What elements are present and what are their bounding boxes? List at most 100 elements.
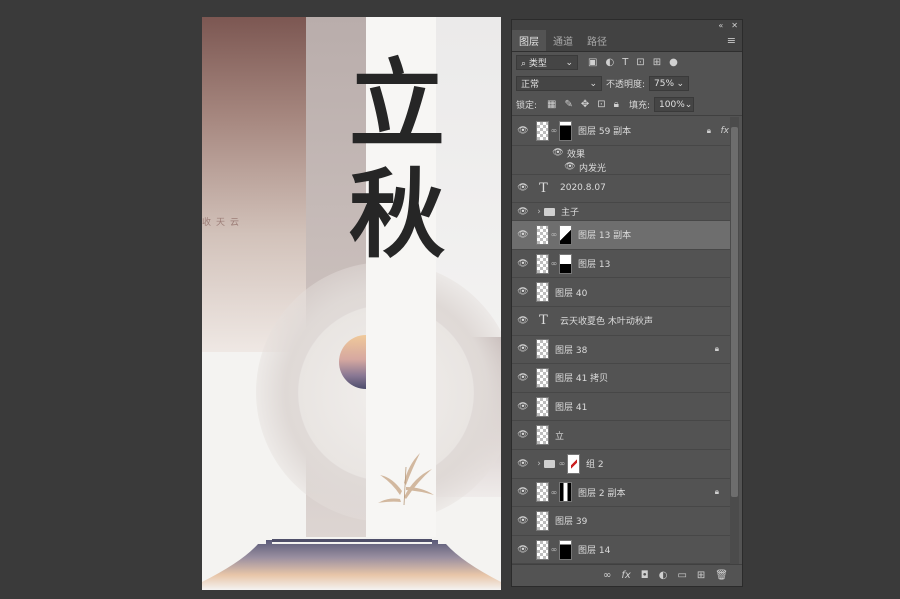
eye-icon[interactable]: 👁︎ [512,373,534,383]
lock-all-icon[interactable]: 🔒︎ [614,99,619,110]
eye-icon[interactable]: 👁︎ [512,459,534,469]
roof-eaves [202,539,501,590]
blend-mode-value: 正常 [521,80,540,90]
eye-icon[interactable]: 👁︎ [512,183,534,193]
chevron-right-icon[interactable]: › [534,459,544,469]
collapse-icon[interactable]: « [718,21,723,30]
tab-paths[interactable]: 路径 [580,30,614,51]
chevron-down-icon: ⌄ [589,78,597,89]
lock-transparent-icon[interactable]: ▦ [547,99,556,110]
eye-icon[interactable]: 👁︎ [512,287,534,297]
opacity-value: 75% [654,78,675,89]
lock-position-icon[interactable]: ✥ [581,99,589,110]
new-layer-icon[interactable]: ⊞ [697,570,705,581]
lock-row: 锁定: ▦ ✎ ✥ ⊡ 🔒︎ 填充: 100% ⌄ [512,94,742,115]
layer-name: 图层 2 副本 [578,488,626,499]
document-canvas[interactable]: 立 秋 云 天 收 夏 色 • 木 叶 动 秋 声 、 2 0 2 0 . 8 … [202,17,501,590]
layer-row[interactable]: 👁︎ T 云天收夏色 木叶动秋声 [512,307,731,336]
layer-row[interactable]: 👁︎ 图层 41 [512,393,731,422]
sun-cut [366,335,396,391]
eye-icon[interactable]: 👁︎ [512,430,534,440]
layer-mask-thumbnail[interactable] [559,120,572,141]
chain-link-icon[interactable]: ∞ [549,488,559,497]
chain-link-icon[interactable]: ∞ [549,126,559,135]
chain-link-icon[interactable]: ∞ [549,545,559,554]
group-row[interactable]: 👁︎ › 主子 [512,203,731,222]
eye-icon[interactable]: 👁︎ [512,516,534,526]
type-layer-icon: T [539,180,548,196]
lock-artboard-icon[interactable]: ⊡ [597,99,605,110]
link-layers-icon[interactable]: ∞ [603,570,611,581]
lock-paint-icon[interactable]: ✎ [565,99,573,110]
shape-filter-icon[interactable]: ⊡ [636,57,644,68]
layer-mask-thumbnail[interactable] [567,453,580,474]
eye-icon[interactable]: 👁︎ [512,259,534,269]
layer-row[interactable]: 👁︎ 图层 40 [512,278,731,307]
eye-icon[interactable]: 👁︎ [512,207,534,217]
layer-row[interactable]: 👁︎ ∞ 图层 13 [512,250,731,279]
layer-name: 图层 39 [555,517,588,528]
layer-mask-thumbnail[interactable] [559,482,572,503]
add-style-icon[interactable]: fx [621,570,630,581]
eye-icon[interactable]: 👁︎ [512,230,534,240]
layer-row[interactable]: 👁︎ 图层 38 🔒︎ [512,336,731,365]
filter-kind-select[interactable]: ⌕ 类型 ⌄ [516,55,578,70]
effects-row[interactable]: 👁︎ 效果 [512,146,731,161]
layer-row[interactable]: 👁︎ ∞ 图层 59 副本 🔒︎ fx [512,117,731,146]
panel-menu-icon[interactable]: ≡ [727,30,742,51]
new-adjustment-icon[interactable]: ◐ [659,570,668,581]
fill-field[interactable]: 100% ⌄ [654,97,695,112]
layer-name: 2020.8.07 [560,183,606,194]
eye-icon[interactable]: 👁︎ [512,316,534,326]
eye-icon[interactable]: 👁︎ [512,487,534,497]
layers-scrollbar[interactable] [730,117,739,565]
bamboo-leaves-icon [378,453,434,506]
blend-mode-select[interactable]: 正常 ⌄ [516,76,602,91]
eye-icon[interactable]: 👁︎ [512,126,534,136]
scrollbar-thumb[interactable] [731,127,738,497]
smartobject-filter-icon[interactable]: ⊞ [653,57,661,68]
layer-row[interactable]: 👁︎ 立 [512,421,731,450]
lock-icon: 🔒︎ [714,344,719,354]
eye-icon[interactable]: 👁︎ [512,402,534,412]
filter-toggle-icon[interactable]: ● [669,57,678,68]
adjustment-filter-icon[interactable]: ◐ [605,57,614,68]
delete-layer-icon[interactable]: 🗑︎ [715,570,728,581]
panel-titlebar: « ✕ [512,20,742,30]
layer-thumbnail [536,282,549,303]
layer-name: 图层 41 [555,403,588,414]
chevron-right-icon[interactable]: › [534,207,544,217]
layer-row[interactable]: 👁︎ 图层 41 拷贝 [512,364,731,393]
layer-row[interactable]: 👁︎ ∞ 图层 14 [512,536,731,565]
chain-link-icon[interactable]: ∞ [549,230,559,239]
tab-layers[interactable]: 图层 [512,30,546,51]
type-filter-icon[interactable]: T [622,57,628,68]
layer-row[interactable]: 👁︎ T 2020.8.07 [512,175,731,204]
lock-icons: ▦ ✎ ✥ ⊡ 🔒︎ [547,99,619,110]
add-mask-icon[interactable]: ◘ [641,570,649,581]
new-group-icon[interactable]: ▭ [677,570,686,581]
tab-channels[interactable]: 通道 [546,30,580,51]
pixel-filter-icon[interactable]: ▣ [588,57,597,68]
eye-icon[interactable]: 👁︎ [512,545,534,555]
eye-icon[interactable]: 👁︎ [552,148,564,158]
layer-row[interactable]: 👁︎ 图层 39 [512,507,731,536]
layer-mask-thumbnail[interactable] [559,253,572,274]
effect-inner-glow-row[interactable]: 👁︎ 内发光 [512,161,731,175]
eye-icon[interactable]: 👁︎ [564,162,576,172]
folder-icon [544,207,555,216]
group-row[interactable]: 👁︎ › ∞ 组 2 [512,450,731,479]
chain-link-icon[interactable]: ∞ [557,459,567,468]
title-char-bottom: 秋 [349,158,445,271]
close-icon[interactable]: ✕ [731,21,738,30]
eye-icon[interactable]: 👁︎ [512,344,534,354]
layer-name: 组 2 [586,460,604,471]
layer-row-selected[interactable]: 👁︎ ∞ 图层 13 副本 [512,221,731,250]
fx-badge[interactable]: fx [721,126,730,136]
lock-label: 锁定: [516,101,538,111]
opacity-field[interactable]: 75% ⌄ [649,76,690,91]
layer-row[interactable]: 👁︎ ∞ 图层 2 副本 🔒︎ [512,479,731,508]
chain-link-icon[interactable]: ∞ [549,259,559,268]
layer-mask-thumbnail[interactable] [559,224,572,245]
layer-mask-thumbnail[interactable] [559,539,572,560]
